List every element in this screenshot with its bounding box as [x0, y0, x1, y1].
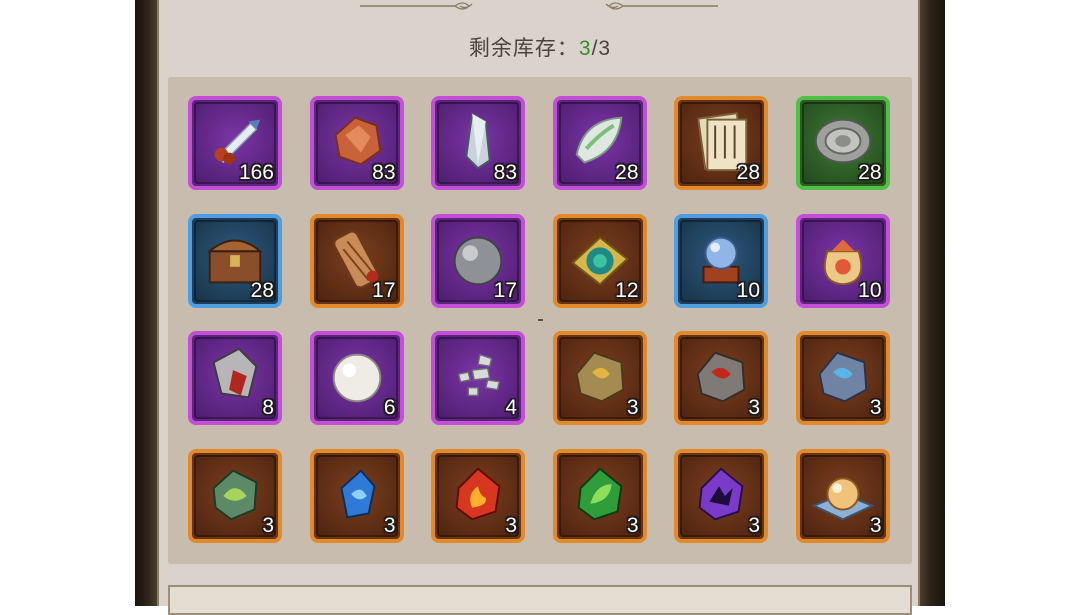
item-count: 3: [626, 396, 639, 419]
golden-orb-icon: [810, 476, 875, 520]
inventory-slot[interactable]: 3: [795, 448, 890, 543]
item-count: 8: [262, 396, 274, 419]
stone-fragments-icon: [457, 353, 501, 397]
item-count: 28: [615, 161, 639, 184]
item-count: 166: [238, 161, 274, 184]
inventory-slot[interactable]: 10: [674, 213, 768, 308]
item-count: 3: [505, 513, 517, 537]
item-count: 10: [858, 278, 882, 302]
stock-label: 剩余库存：: [468, 37, 579, 60]
inventory-slot[interactable]: 3: [431, 448, 525, 543]
frame-right-edge: [920, 0, 945, 606]
inventory-slot[interactable]: 3: [188, 448, 282, 543]
blue-spirit-gem-icon: [339, 468, 376, 518]
green-spirit-gem-icon: [212, 469, 258, 520]
item-count: 28: [858, 161, 882, 184]
red-rune-stone-icon: [696, 351, 746, 403]
item-count: 12: [615, 278, 639, 302]
inventory-slot[interactable]: 8: [188, 331, 282, 425]
inventory-slot[interactable]: 28: [552, 96, 647, 190]
item-count: 3: [748, 513, 760, 537]
blue-rune-stone-icon: [818, 351, 867, 403]
inventory-slot[interactable]: 17: [431, 213, 525, 308]
inventory-slot[interactable]: 83: [431, 96, 525, 190]
item-count: 10: [736, 278, 760, 302]
inventory-slot[interactable]: 6: [309, 331, 404, 425]
item-count: 3: [626, 513, 639, 537]
item-count: 28: [250, 278, 274, 302]
stock-total: 3: [598, 37, 612, 60]
item-count: 17: [493, 278, 517, 302]
pearl-icon: [332, 353, 381, 403]
inventory-slot[interactable]: 28: [188, 213, 282, 308]
inventory-slot[interactable]: 3: [552, 448, 647, 543]
ornament-left-icon: [360, 2, 473, 10]
inventory-slot[interactable]: 28: [795, 96, 890, 190]
inventory-slot[interactable]: 83: [309, 96, 404, 190]
item-count: 3: [869, 396, 882, 419]
inventory-slot[interactable]: 3: [674, 331, 768, 425]
item-count: 3: [383, 513, 396, 537]
inventory-slot[interactable]: 166: [188, 96, 282, 190]
frame-left-edge: [135, 0, 157, 606]
inventory-slot[interactable]: 3: [674, 448, 768, 543]
item-count: 3: [262, 513, 274, 537]
item-count: 3: [748, 396, 760, 419]
item-count: 17: [372, 278, 396, 302]
purple-beast-gem-icon: [698, 466, 744, 520]
leaf-gem-icon: [577, 466, 622, 520]
item-count: 4: [505, 396, 517, 419]
item-count: 83: [493, 161, 517, 184]
bottom-panel: [168, 585, 912, 615]
item-count: 6: [383, 396, 396, 419]
inventory-slot[interactable]: 3: [552, 331, 647, 425]
inventory-slot[interactable]: 12: [552, 213, 647, 308]
fire-gem-icon: [455, 466, 501, 520]
red-crystal-rock-icon: [212, 347, 258, 399]
divider-mark: [538, 319, 543, 321]
inventory-slot[interactable]: 3: [795, 331, 890, 425]
inventory-slot[interactable]: 4: [431, 331, 525, 425]
inventory-slot[interactable]: 28: [674, 96, 768, 190]
stock-current: 3: [578, 37, 592, 60]
inventory-slot[interactable]: 3: [309, 448, 404, 543]
gold-rune-stone-icon: [575, 351, 624, 403]
remaining-stock: 剩余库存：3/3: [0, 32, 1080, 62]
ornament-right-icon: [605, 2, 718, 10]
item-count: 28: [736, 161, 760, 184]
inventory-slot[interactable]: 10: [795, 213, 890, 308]
item-count: 83: [372, 161, 396, 184]
inventory-slot[interactable]: 17: [309, 213, 404, 308]
item-count: 3: [869, 513, 882, 537]
